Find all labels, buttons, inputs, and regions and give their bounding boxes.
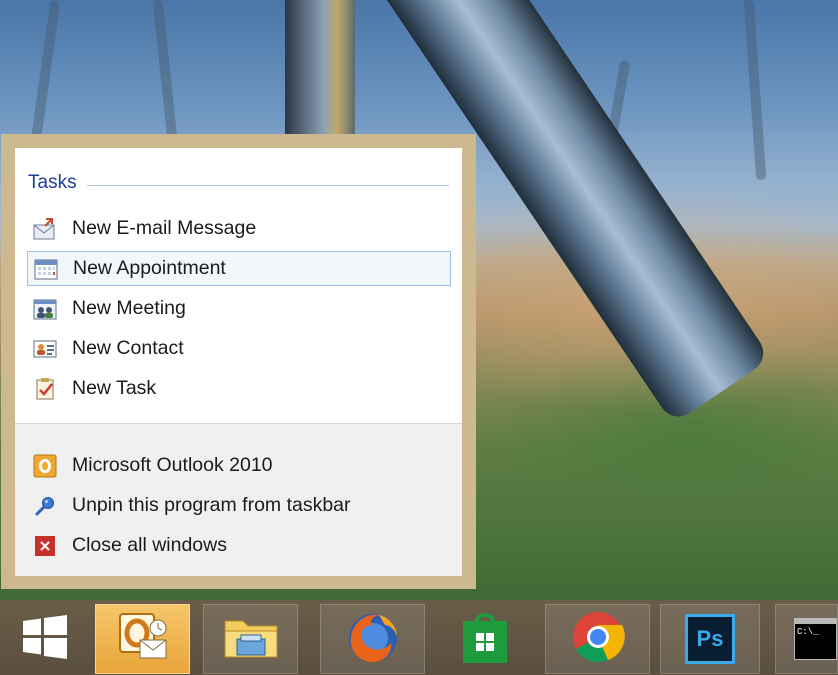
background-tree (152, 0, 178, 141)
photoshop-icon: Ps (685, 614, 735, 664)
close-windows-icon (31, 533, 59, 559)
task-label: New Task (72, 377, 157, 399)
task-new-task[interactable]: New Task (27, 371, 451, 406)
calendar-icon (32, 256, 60, 282)
task-new-meeting[interactable]: New Meeting (27, 291, 451, 326)
background-tree (29, 0, 61, 150)
task-label: New Appointment (73, 257, 226, 279)
task-label: New Contact (72, 337, 184, 359)
taskbar-outlook[interactable] (95, 604, 190, 674)
start-button[interactable] (5, 604, 85, 674)
footer-label: Close all windows (72, 534, 227, 556)
close-all-windows-item[interactable]: Close all windows (27, 528, 451, 563)
chrome-icon (570, 609, 626, 670)
open-outlook-item[interactable]: Microsoft Outlook 2010 (27, 448, 451, 483)
task-new-contact[interactable]: New Contact (27, 331, 451, 366)
firefox-icon (345, 609, 401, 670)
meeting-icon (31, 296, 59, 322)
tasks-section-title: Tasks (28, 172, 77, 193)
jump-list-popup: Tasks New E-mail Message New Appointment… (1, 134, 476, 589)
taskbar-file-explorer[interactable] (203, 604, 298, 674)
jump-list-panel: Tasks New E-mail Message New Appointment… (15, 148, 462, 576)
taskbar: Ps C:\_ (0, 600, 838, 675)
taskbar-firefox[interactable] (320, 604, 425, 674)
windows-start-icon (21, 614, 69, 665)
taskbar-command-prompt[interactable]: C:\_ (775, 604, 838, 674)
unpin-item[interactable]: Unpin this program from taskbar (27, 488, 451, 523)
photoshop-logo-text: Ps (696, 626, 724, 651)
folder-icon (221, 611, 281, 668)
outlook-icon (114, 608, 172, 671)
footer-label: Microsoft Outlook 2010 (72, 454, 273, 476)
task-label: New Meeting (72, 297, 186, 319)
background-tree (743, 0, 767, 181)
contact-card-icon (31, 336, 59, 362)
tasks-divider (87, 185, 449, 186)
unpin-icon (31, 493, 59, 519)
tree-trunk-upper (285, 0, 355, 150)
task-clipboard-icon (31, 376, 59, 402)
command-prompt-text: C:\_ (797, 627, 819, 637)
jump-list-footer: Microsoft Outlook 2010 Unpin this progra… (15, 423, 462, 576)
footer-label: Unpin this program from taskbar (72, 494, 351, 516)
taskbar-chrome[interactable] (545, 604, 650, 674)
taskbar-store[interactable] (445, 604, 525, 674)
task-new-appointment[interactable]: New Appointment (27, 251, 451, 286)
command-prompt-icon: C:\_ (794, 618, 837, 660)
outlook-icon (31, 453, 59, 479)
new-email-icon (31, 216, 59, 242)
task-new-email[interactable]: New E-mail Message (27, 211, 451, 246)
task-label: New E-mail Message (72, 217, 257, 239)
taskbar-photoshop[interactable]: Ps (660, 604, 760, 674)
store-icon (459, 609, 511, 670)
